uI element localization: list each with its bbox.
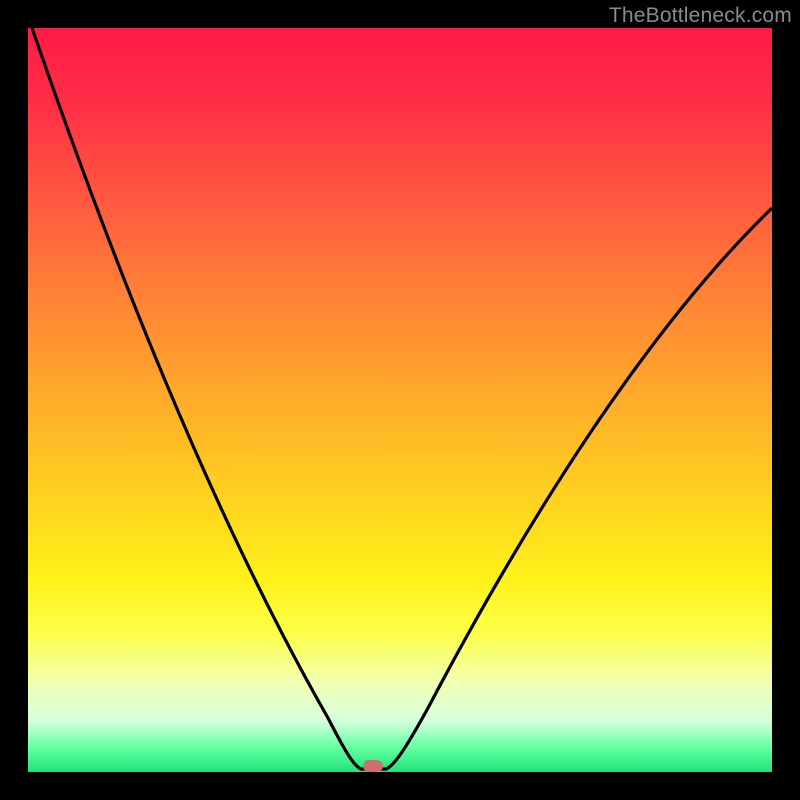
bottleneck-curve: [28, 28, 772, 772]
watermark-text: TheBottleneck.com: [609, 4, 792, 28]
optimal-marker: [363, 760, 383, 772]
plot-area: [28, 28, 772, 772]
curve-path: [32, 28, 772, 769]
chart-frame: TheBottleneck.com: [0, 0, 800, 800]
